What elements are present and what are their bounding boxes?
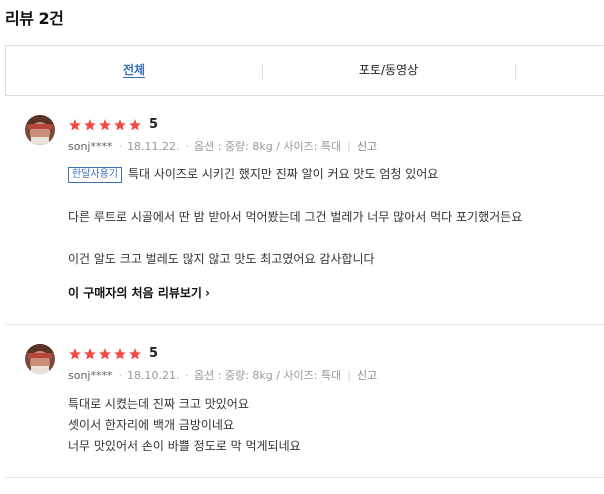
review-option: 옵션 : 중량: 8kg / 사이즈: 특대 — [193, 140, 342, 153]
chevron-right-icon: › — [204, 286, 210, 300]
review-text: 특대 사이즈로 시키긴 했지만 진짜 알이 커요 맛도 엄청 있어요 — [128, 167, 439, 181]
review-text-line: 다른 루트로 시골에서 딴 밤 받아서 먹어봤는데 그건 벌레가 너무 많아서 … — [68, 210, 523, 224]
meta-divider: | — [347, 139, 351, 153]
review-text-line: 이건 알도 크고 벌레도 많지 않고 맛도 최고였어요 감사합니다 — [68, 252, 375, 266]
rating-value: 5 — [149, 117, 159, 132]
tab-all[interactable]: 전체 — [6, 46, 262, 95]
review-text-line: 한달사용기 특대 사이즈로 시키긴 했지만 진짜 알이 커요 맛도 엄청 있어요 — [68, 165, 438, 183]
review-date: 18.11.22. — [127, 139, 180, 153]
review-badge: 한달사용기 — [68, 167, 122, 183]
first-review-link-label: 이 구매자의 처음 리뷰보기 — [68, 286, 202, 300]
report-link[interactable]: 신고 — [357, 138, 377, 154]
review-item: 5 sonj**** · 18.11.22. · 옵션 : 중량: 8kg / … — [5, 97, 604, 325]
tab-divider — [515, 63, 516, 79]
review-item: 5 sonj**** · 18.10.21. · 옵션 : 중량: 8kg / … — [5, 326, 604, 478]
reviewer-id: sonj**** — [68, 139, 113, 153]
review-meta: sonj**** · 18.11.22. · 옵션 : 중량: 8kg / 사이… — [68, 138, 377, 154]
star-icon — [114, 347, 126, 359]
rating-value: 5 — [149, 346, 159, 361]
review-meta: sonj**** · 18.10.21. · 옵션 : 중량: 8kg / 사이… — [68, 367, 377, 383]
star-icon — [84, 118, 96, 130]
review-date: 18.10.21. — [127, 368, 180, 382]
star-icon — [84, 347, 96, 359]
page-title: 리뷰 2건 — [5, 9, 64, 28]
rating-stars: 5 — [68, 117, 158, 132]
avatar — [25, 344, 55, 374]
review-text-line: 특대로 시켰는데 진짜 크고 맛있어요 — [68, 397, 249, 411]
star-icon — [99, 118, 111, 130]
star-icon — [114, 118, 126, 130]
star-icon — [99, 347, 111, 359]
star-icon — [129, 118, 141, 130]
meta-divider: | — [347, 368, 351, 382]
review-text-line: 셋이서 한자리에 백개 금방이네요 — [68, 418, 235, 432]
star-icon — [69, 118, 81, 130]
reviewer-id: sonj**** — [68, 368, 113, 382]
review-option: 옵션 : 중량: 8kg / 사이즈: 특대 — [193, 369, 342, 382]
meta-separator: · — [118, 139, 123, 153]
avatar — [25, 115, 55, 145]
review-text-line: 너무 맛있어서 손이 바쁠 정도로 막 먹게되네요 — [68, 439, 301, 453]
meta-separator: · — [185, 368, 189, 382]
review-tabs: 전체 포토/동영상 — [5, 45, 604, 96]
rating-stars: 5 — [68, 346, 158, 361]
first-review-link[interactable]: 이 구매자의 처음 리뷰보기 › — [68, 284, 210, 301]
tab-photo-video-label: 포토/동영상 — [358, 63, 419, 77]
meta-separator: · — [118, 368, 123, 382]
report-link[interactable]: 신고 — [357, 367, 377, 383]
tab-all-label: 전체 — [122, 63, 146, 77]
star-icon — [69, 347, 81, 359]
meta-separator: · — [185, 139, 189, 153]
star-icon — [129, 347, 141, 359]
tab-photo-video[interactable]: 포토/동영상 — [262, 46, 515, 95]
